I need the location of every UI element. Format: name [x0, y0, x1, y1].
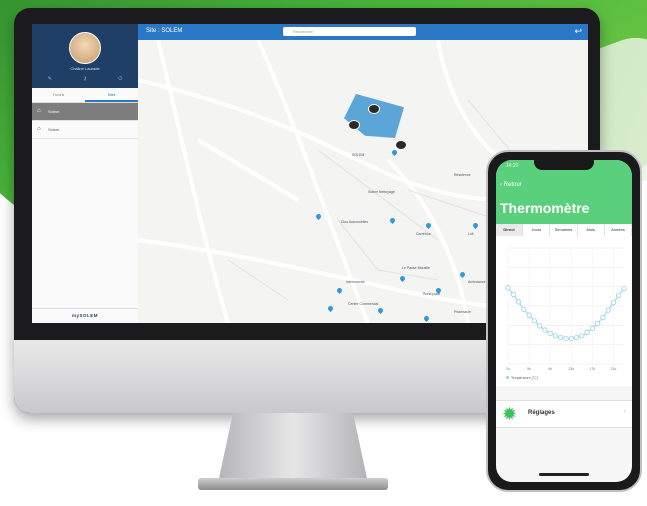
chart-svg: 1h 5h 9h 13h 17h 21h	[505, 247, 627, 371]
map-label: Lidl	[468, 232, 474, 236]
data-point	[573, 334, 580, 341]
legend-label: Température (°C)	[511, 376, 538, 380]
data-point	[547, 330, 553, 336]
data-point	[542, 327, 548, 333]
x-tick-label: 5h	[527, 367, 531, 371]
settings-row[interactable]: ✹ Réglages ›	[496, 400, 632, 428]
imac-stand	[218, 413, 368, 483]
page-title: Thermomètre	[500, 200, 590, 216]
gear-icon: ✹	[502, 404, 518, 424]
data-point	[610, 300, 617, 306]
data-point	[579, 333, 585, 339]
sidebar-item-label: Solem	[48, 127, 60, 132]
map-label: Résidence	[454, 173, 471, 177]
series-line	[507, 287, 625, 339]
back-button[interactable]: ‹ Retour	[500, 182, 522, 188]
map-label: Le Passe Muraille	[402, 266, 430, 270]
settings-label: Réglages	[528, 410, 555, 416]
user-header: Chaline Laurade ✎ ⚷ ⏻	[32, 24, 138, 88]
tab-annees[interactable]: Années	[605, 224, 632, 236]
site-title: Site : SOLEM	[146, 28, 183, 34]
data-point	[563, 335, 569, 341]
tab-sites[interactable]: Sites	[85, 88, 138, 102]
building-icon: ⌂	[37, 108, 41, 114]
back-icon[interactable]: ↩	[574, 26, 582, 37]
sidebar-item-label: Solem	[48, 109, 60, 114]
iphone: 14:27 ‹ Retour Thermomètre Direct Jours …	[486, 150, 642, 492]
home-indicator	[539, 473, 589, 476]
sensor-marker[interactable]	[348, 120, 360, 130]
data-point	[568, 335, 574, 341]
map-label: Pharmacie	[454, 310, 471, 314]
data-point	[621, 285, 627, 292]
x-tick-label: 17h	[589, 367, 595, 371]
key-icon[interactable]: ⚷	[83, 76, 87, 82]
search-input[interactable]: Rechercher	[283, 27, 416, 36]
x-tick-label: 9h	[548, 367, 552, 371]
data-point	[595, 320, 601, 327]
chevron-right-icon: ›	[623, 408, 626, 415]
map-label: SOLEM	[352, 153, 365, 157]
legend-swatch	[506, 376, 509, 379]
data-point	[558, 334, 564, 341]
tab-jours[interactable]: Jours	[523, 224, 551, 236]
tab-mois[interactable]: Mois	[578, 224, 605, 236]
sidebar-item-solem-selected[interactable]: ⌂ Solem	[32, 103, 138, 121]
data-point	[584, 329, 590, 336]
sensor-marker[interactable]	[395, 140, 407, 150]
sidebar: Chaline Laurade ✎ ⚷ ⏻ Favoris Sites ⌂ So…	[32, 24, 139, 323]
sensor-marker[interactable]	[368, 104, 380, 114]
topbar: Site : SOLEM Rechercher ↩	[138, 24, 588, 40]
tab-favoris[interactable]: Favoris	[32, 88, 85, 102]
logout-icon[interactable]: ⏻	[118, 76, 122, 82]
data-point	[537, 323, 543, 329]
data-point	[605, 307, 611, 313]
data-point	[526, 312, 532, 318]
map-label: Clos Automobiles	[341, 220, 369, 224]
data-point	[616, 292, 622, 298]
data-point	[521, 306, 527, 312]
brand-logo: mySOLEM	[32, 308, 138, 323]
map-label: Carrefour	[416, 232, 431, 236]
data-point	[552, 333, 559, 339]
imac-stand-base	[198, 478, 388, 490]
x-tick-label: 13h	[568, 367, 574, 371]
tab-semaines[interactable]: Semaines	[550, 224, 578, 236]
sidebar-tabs: Favoris Sites	[32, 88, 138, 103]
data-point	[600, 315, 606, 321]
x-tick-label: 21h	[611, 367, 617, 371]
data-point	[510, 291, 516, 298]
user-name: Chaline Laurade	[70, 66, 100, 71]
back-label: Retour	[503, 182, 522, 188]
phone-screen: 14:27 ‹ Retour Thermomètre Direct Jours …	[496, 160, 632, 482]
data-point	[531, 318, 537, 324]
data-point	[505, 285, 511, 291]
map-label: Solem Nettoyage	[368, 190, 395, 194]
phone-notch	[534, 160, 594, 170]
status-time: 14:27	[506, 163, 519, 169]
map-label: Intermarché	[346, 280, 365, 284]
edit-icon[interactable]: ✎	[48, 76, 52, 82]
data-point	[589, 325, 595, 331]
avatar[interactable]	[69, 32, 101, 64]
user-actions: ✎ ⚷ ⏻	[32, 76, 138, 82]
sidebar-item-solem[interactable]: ⌂ Solem	[32, 121, 138, 139]
chart-legend: Température (°C)	[506, 376, 538, 380]
temperature-chart: 1h 5h 9h 13h 17h 21h Température (°C)	[496, 236, 632, 386]
map-label: Centre Commercial	[348, 302, 379, 306]
data-point	[515, 299, 522, 305]
building-icon: ⌂	[37, 126, 41, 132]
tab-direct[interactable]: Direct	[496, 224, 524, 236]
x-tick-label: 1h	[506, 367, 510, 371]
